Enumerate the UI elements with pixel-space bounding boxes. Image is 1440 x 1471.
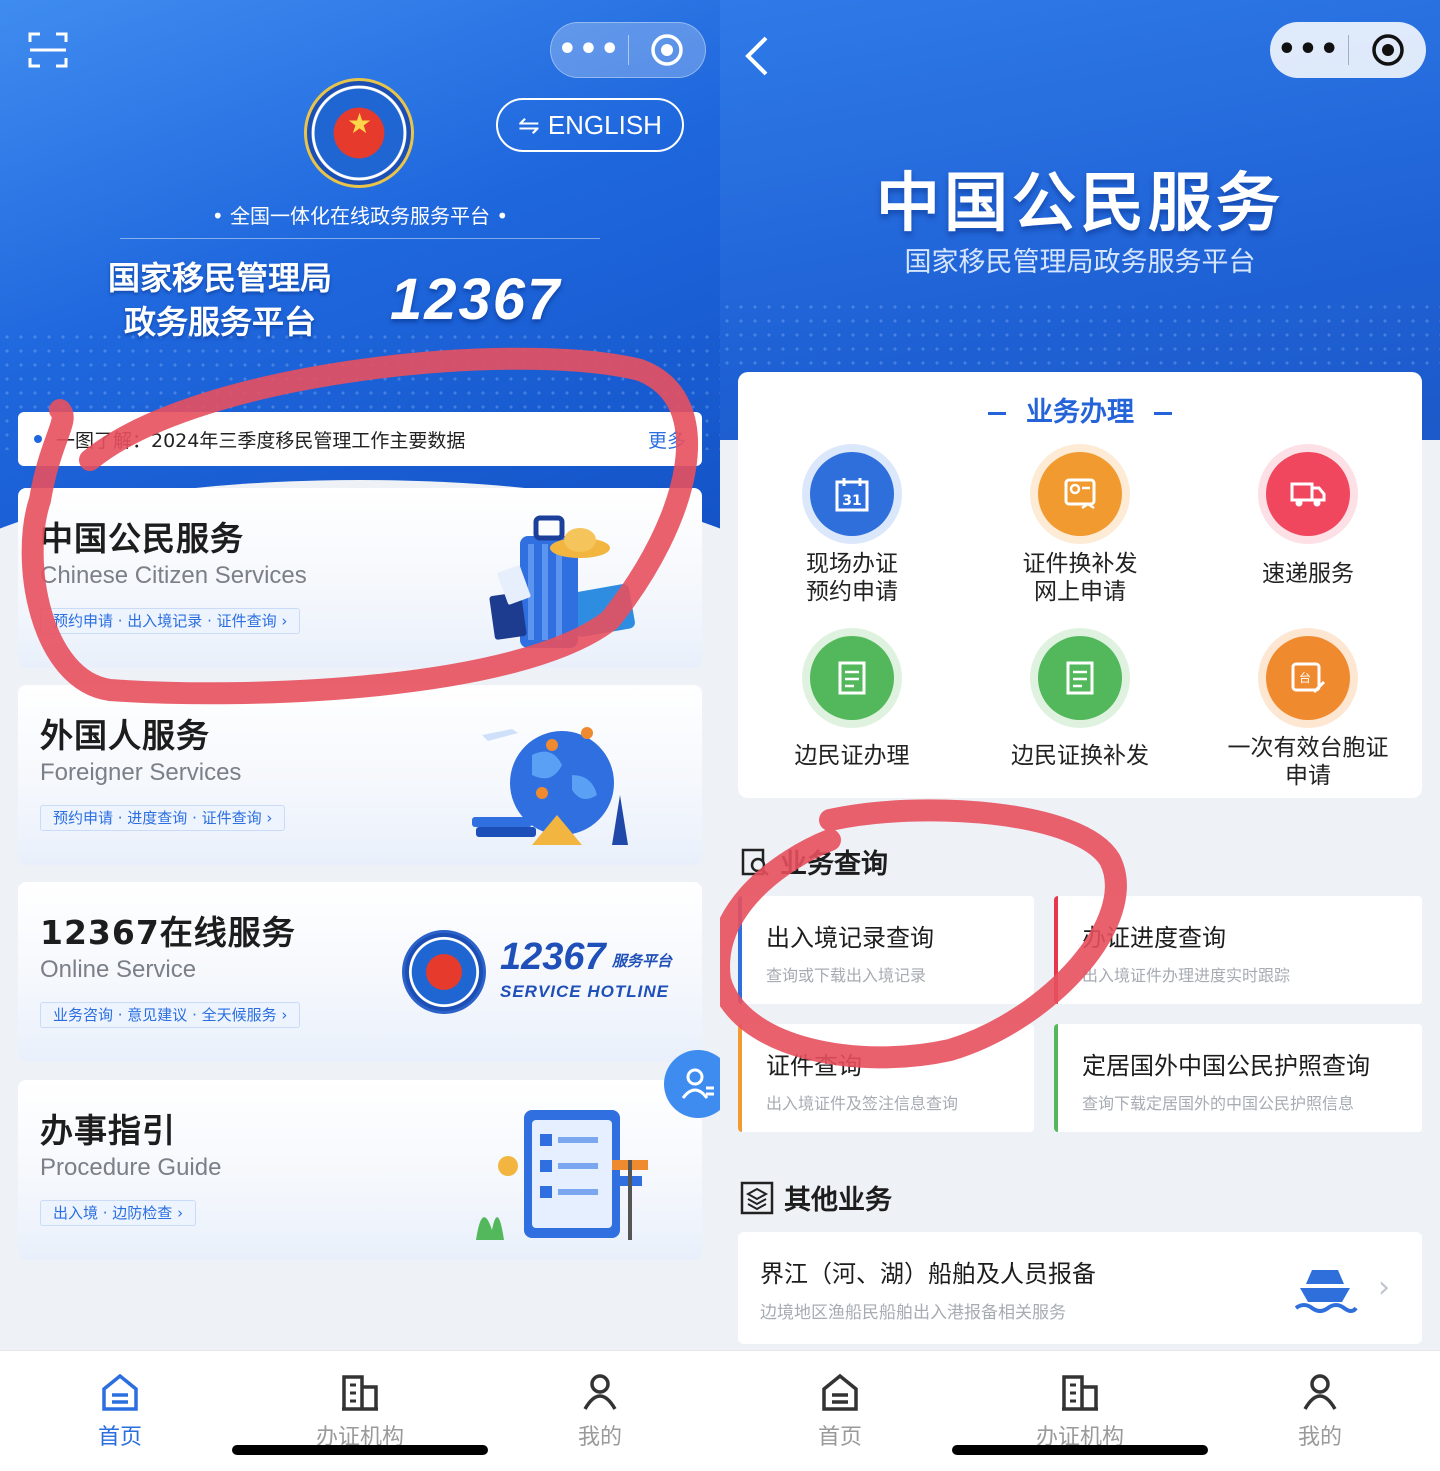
biz-appointment[interactable]: 31 现场办证 预约申请	[738, 444, 966, 606]
layers-icon	[740, 1181, 774, 1214]
query-section-heading: 业务查询	[740, 842, 888, 881]
document-icon	[838, 661, 866, 695]
more-menu-icon[interactable]: •••	[551, 30, 628, 70]
id-card-icon	[1064, 478, 1096, 510]
svg-text:台: 台	[1299, 670, 1311, 685]
hotline-number: 12367	[390, 267, 562, 332]
edit-card-icon: 台	[1291, 662, 1326, 694]
page-subtitle: 国家移民管理局政务服务平台	[904, 247, 1256, 278]
truck-icon	[1290, 482, 1326, 507]
user-icon	[583, 1374, 617, 1410]
card-tags[interactable]: 预约申请 · 进度查询 · 证件查询 ›	[40, 805, 286, 831]
notice-dot	[34, 435, 42, 443]
notice-text[interactable]: 一图了解：2024年三季度移民管理工作主要数据	[56, 426, 638, 453]
business-panel: 业务办理 31 现场办证 预约申请 证件换补发 网上申请 速递服务 边民证办理 …	[738, 372, 1422, 798]
switch-icon: ⇋	[518, 109, 540, 140]
home-icon	[102, 1373, 138, 1411]
query-documents[interactable]: 证件查询 出入境证件及签注信息查询	[738, 1024, 1034, 1132]
citizen-services-screen: ••• 中国公民服务 国家移民管理局政务服务平台 业务办理 31 现场办证 预约申…	[720, 0, 1440, 1471]
query-overseas-passport[interactable]: 定居国外中国公民护照查询 查询下载定居国外的中国公民护照信息	[1054, 1024, 1422, 1132]
other-section-heading: 其他业务	[740, 1178, 892, 1217]
home-icon	[822, 1373, 858, 1411]
service-person-icon	[681, 1068, 714, 1099]
building-icon	[1062, 1375, 1098, 1411]
tab-me[interactable]: 我的	[1200, 1351, 1440, 1471]
tab-me[interactable]: 我的	[480, 1351, 720, 1471]
user-icon	[1303, 1374, 1337, 1410]
home-header: ••• ★ ⇋ ENGLISH • 全国一体化在线政务服务平台 • 国家移民管理…	[0, 0, 720, 680]
tab-home[interactable]: 首页	[0, 1351, 240, 1471]
home-screen: ••• ★ ⇋ ENGLISH • 全国一体化在线政务服务平台 • 国家移民管理…	[0, 0, 720, 1471]
home-indicator	[952, 1445, 1208, 1455]
english-switch-button[interactable]: ⇋ ENGLISH	[496, 98, 684, 152]
globe-illustration	[472, 727, 628, 845]
biz-express[interactable]: 速递服务	[1194, 444, 1422, 588]
hotline-logo: 12367 服务平台 SERVICE HOTLINE	[402, 926, 692, 1016]
tab-home[interactable]: 首页	[720, 1351, 960, 1471]
boat-report-item[interactable]: 界江（河、湖）船舶及人员报备 边境地区渔船民船舶出入港报备相关服务 ›	[738, 1232, 1422, 1344]
chevron-right-icon: ›	[1378, 1270, 1390, 1305]
emblem-small-icon	[402, 930, 486, 1014]
card-tags[interactable]: 出入境 · 边防检查 ›	[40, 1200, 197, 1226]
biz-border-pass[interactable]: 边民证办理	[738, 628, 966, 770]
building-icon	[342, 1375, 378, 1411]
close-target-icon[interactable]	[1349, 33, 1426, 67]
org-title: 国家移民管理局 政务服务平台	[107, 259, 332, 341]
search-doc-icon	[741, 848, 769, 876]
checklist-illustration	[476, 1110, 648, 1240]
biz-border-pass-reissue[interactable]: 边民证换补发	[966, 628, 1194, 770]
card-tags[interactable]: 业务咨询 · 意见建议 · 全天候服务 ›	[40, 1002, 301, 1028]
biz-reissue[interactable]: 证件换补发 网上申请	[966, 444, 1194, 606]
business-heading: 业务办理	[738, 390, 1422, 429]
luggage-illustration	[489, 515, 635, 648]
more-menu-icon[interactable]: •••	[1270, 30, 1348, 70]
foreigner-services-card[interactable]: 外国人服务 Foreigner Services 预约申请 · 进度查询 · 证…	[18, 685, 702, 865]
close-target-icon[interactable]	[629, 33, 705, 67]
document-icon	[1066, 661, 1094, 695]
immigration-emblem-logo: ★	[304, 78, 414, 188]
calendar-icon: 31	[835, 478, 869, 512]
mini-program-capsule: •••	[1270, 22, 1426, 78]
query-progress[interactable]: 办证进度查询 出入境证件办理进度实时跟踪	[1054, 896, 1422, 1004]
platform-tagline: • 全国一体化在线政务服务平台 •	[211, 204, 509, 228]
card-tags[interactable]: 预约申请 · 出入境记录 · 证件查询 ›	[40, 608, 301, 634]
biz-taiwan-permit[interactable]: 台 一次有效台胞证 申请	[1194, 628, 1422, 790]
citizen-services-card[interactable]: 中国公民服务 Chinese Citizen Services 预约申请 · 出…	[18, 488, 702, 668]
mini-program-capsule: •••	[550, 22, 706, 78]
page-title: 中国公民服务	[876, 167, 1284, 241]
svg-text:31: 31	[842, 493, 861, 509]
ship-icon	[1294, 1270, 1358, 1313]
home-indicator	[232, 1445, 488, 1455]
notice-more-link[interactable]: 更多	[648, 426, 686, 453]
notice-bar[interactable]: 一图了解：2024年三季度移民管理工作主要数据 更多	[18, 412, 702, 466]
back-arrow-icon[interactable]	[742, 34, 772, 78]
scan-icon[interactable]	[28, 30, 68, 70]
procedure-guide-card[interactable]: 办事指引 Procedure Guide 出入境 · 边防检查 ›	[18, 1080, 702, 1260]
query-entry-exit-records[interactable]: 出入境记录查询 查询或下载出入境记录	[738, 896, 1034, 1004]
online-service-card[interactable]: 12367在线服务 Online Service 业务咨询 · 意见建议 · 全…	[18, 882, 702, 1062]
